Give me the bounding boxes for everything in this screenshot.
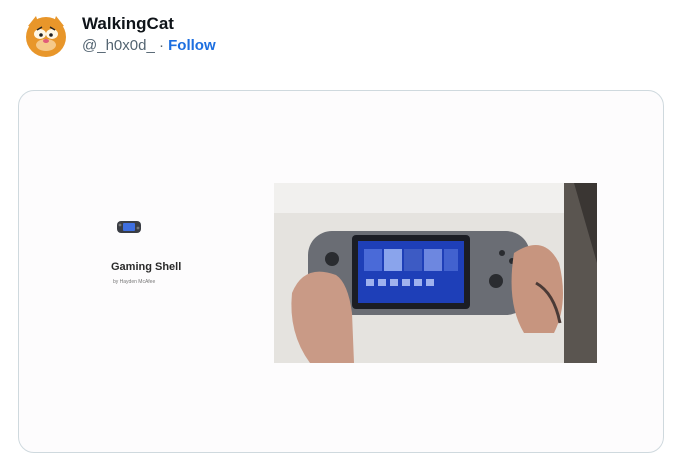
separator: · — [158, 37, 164, 54]
display-name[interactable]: WalkingCat — [82, 14, 216, 34]
handle-row: @_h0x0d_ · Follow — [82, 34, 216, 58]
media-card[interactable]: Gaming Shell by Hayden McAfee — [18, 90, 664, 453]
card-title: Gaming Shell — [111, 261, 182, 273]
video-preview[interactable] — [274, 183, 597, 363]
handheld-console-icon — [117, 221, 141, 233]
follow-button[interactable]: Follow — [168, 37, 216, 54]
right-hand — [511, 245, 563, 333]
handle[interactable]: @_h0x0d_ — [82, 37, 155, 54]
card-byline: by Hayden McAfee — [113, 279, 156, 285]
avatar[interactable] — [22, 12, 70, 60]
tweet-author: WalkingCat @_h0x0d_ · Follow — [82, 14, 216, 58]
